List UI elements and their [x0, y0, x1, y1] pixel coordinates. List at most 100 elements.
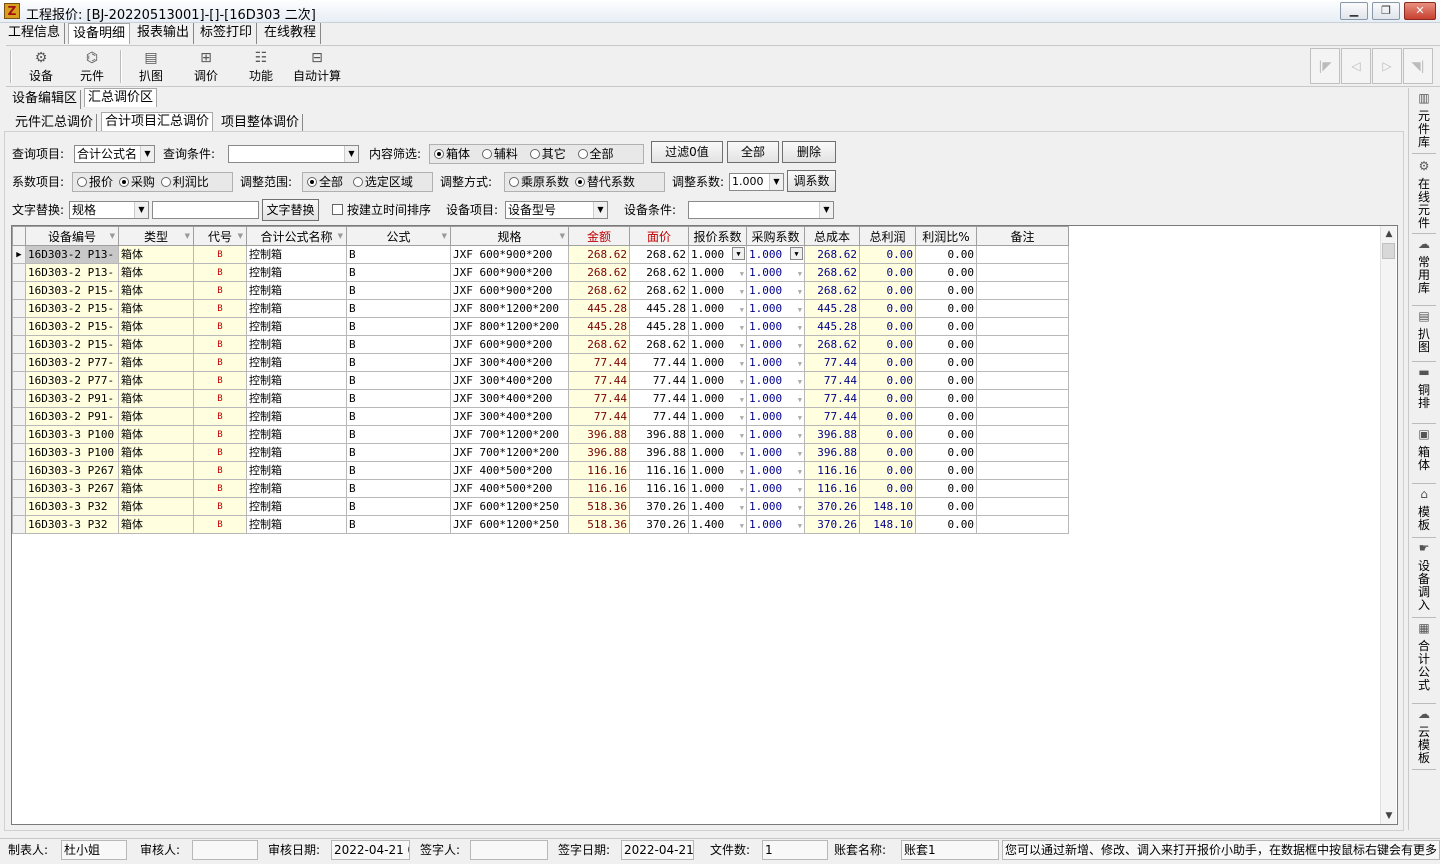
restore-button[interactable]: ❐	[1372, 2, 1400, 20]
show-all-button[interactable]: 全部	[727, 141, 779, 163]
cell-purchase-coef[interactable]: 1.000 ▼	[746, 389, 805, 408]
filter-arrow-icon[interactable]: ▼	[185, 232, 190, 240]
filter-arrow-icon[interactable]: ▼	[338, 232, 343, 240]
cell-list-price[interactable]: 116.16	[629, 461, 689, 480]
chevron-down-icon[interactable]: ▼	[798, 464, 802, 479]
radio-profit-ratio[interactable]: 利润比	[160, 175, 209, 189]
cell-total-profit[interactable]: 0.00	[859, 317, 916, 336]
col-header-formula-name[interactable]: 合计公式名称 ▼	[246, 226, 347, 246]
chevron-down-icon[interactable]: ▼	[740, 356, 744, 371]
chevron-down-icon[interactable]: ▼	[798, 410, 802, 425]
chevron-down-icon[interactable]: ▼	[798, 266, 802, 281]
radio-aux-material[interactable]: 辅料	[481, 147, 518, 161]
cell-total-cost[interactable]: 268.62	[804, 245, 860, 264]
cell-code[interactable]: B	[193, 335, 247, 354]
chevron-down-icon[interactable]: ▼	[798, 482, 802, 497]
col-header-quote-coef[interactable]: 报价系数	[688, 226, 747, 246]
device-item-select[interactable]: 设备型号 ▼	[505, 201, 608, 219]
col-header-total-cost[interactable]: 总成本	[804, 226, 860, 246]
nav-first-button[interactable]: |◤	[1310, 48, 1340, 84]
tab-total-item-summary[interactable]: 合计项目汇总调价	[101, 112, 214, 131]
cell-remark[interactable]	[976, 335, 1069, 354]
cell-formula-name[interactable]: 控制箱	[246, 443, 347, 462]
cell-remark[interactable]	[976, 245, 1069, 264]
col-header-total-profit[interactable]: 总利润	[859, 226, 916, 246]
cell-formula[interactable]: B	[346, 353, 451, 372]
scroll-down-icon[interactable]: ▼	[1381, 808, 1397, 824]
chevron-down-icon[interactable]: ▼	[740, 428, 744, 443]
cell-amount[interactable]: 77.44	[568, 353, 630, 372]
cell-quote-coef[interactable]: 1.000 ▼	[688, 245, 747, 264]
cell-spec[interactable]: JXF 700*1200*200	[450, 443, 569, 462]
cell-total-cost[interactable]: 396.88	[804, 425, 860, 444]
cell-profit-ratio[interactable]: 0.00	[915, 299, 977, 318]
chevron-down-icon[interactable]: ▼	[798, 302, 802, 317]
radio-quote[interactable]: 报价	[77, 175, 113, 189]
cell-purchase-coef[interactable]: 1.000 ▼	[746, 299, 805, 318]
cell-total-profit[interactable]: 0.00	[859, 299, 916, 318]
cell-purchase-coef[interactable]: 1.000 ▼	[746, 515, 805, 534]
row-indicator[interactable]	[12, 281, 26, 300]
cell-device-id[interactable]: 16D303-3 P100	[25, 425, 119, 444]
radio-all[interactable]: 全部	[577, 147, 614, 161]
cell-list-price[interactable]: 445.28	[629, 317, 689, 336]
cell-spec[interactable]: JXF 600*900*200	[450, 263, 569, 282]
cell-code[interactable]: B	[193, 389, 247, 408]
toolbar-component-button[interactable]: ⌬ 元件	[69, 49, 115, 85]
cell-total-cost[interactable]: 116.16	[804, 479, 860, 498]
cell-code[interactable]: B	[193, 353, 247, 372]
cell-device-id[interactable]: 16D303-2 P13-	[25, 263, 119, 282]
cell-type[interactable]: 箱体	[118, 515, 194, 534]
cell-amount[interactable]: 396.88	[568, 443, 630, 462]
cell-spec[interactable]: JXF 600*1200*250	[450, 497, 569, 516]
col-header-device-id[interactable]: 设备编号 ▼	[25, 226, 119, 246]
cell-list-price[interactable]: 268.62	[629, 281, 689, 300]
cell-total-profit[interactable]: 0.00	[859, 443, 916, 462]
chevron-down-icon[interactable]: ▼	[740, 302, 744, 317]
row-indicator[interactable]	[12, 515, 26, 534]
cell-formula-name[interactable]: 控制箱	[246, 425, 347, 444]
chevron-down-icon[interactable]: ▼	[740, 518, 744, 533]
cell-amount[interactable]: 268.62	[568, 245, 630, 264]
cell-spec[interactable]: JXF 300*400*200	[450, 353, 569, 372]
cell-formula-name[interactable]: 控制箱	[246, 281, 347, 300]
chevron-down-icon[interactable]: ▼	[740, 374, 744, 389]
row-indicator[interactable]	[12, 497, 26, 516]
cell-formula-name[interactable]: 控制箱	[246, 389, 347, 408]
cell-total-cost[interactable]: 370.26	[804, 497, 860, 516]
cell-type[interactable]: 箱体	[118, 299, 194, 318]
tab-summary-pricing[interactable]: 汇总调价区	[84, 88, 158, 107]
cell-device-id[interactable]: 16D303-2 P77-	[25, 371, 119, 390]
table-row[interactable]: 16D303-2 P15- 箱体 B 控制箱 B JXF 800*1200*200 445.…	[12, 317, 1069, 336]
chevron-down-icon[interactable]: ▼	[798, 446, 802, 461]
delete-button[interactable]: 删除	[782, 141, 836, 163]
cell-device-id[interactable]: 16D303-2 P15-	[25, 317, 119, 336]
cell-spec[interactable]: JXF 300*400*200	[450, 389, 569, 408]
chevron-down-icon[interactable]: ▼	[798, 284, 802, 299]
table-row[interactable]: ▶ 16D303-2 P13- 箱体 B 控制箱 B JXF 600*900*200 268.…	[12, 245, 1069, 264]
device-cond-select[interactable]: ▼	[688, 201, 834, 219]
cell-list-price[interactable]: 268.62	[629, 263, 689, 282]
cell-spec[interactable]: JXF 600*900*200	[450, 281, 569, 300]
toolbar-grab-drawing-button[interactable]: ▤ 扒图	[128, 49, 174, 85]
cell-quote-coef[interactable]: 1.000 ▼	[688, 263, 747, 282]
cell-profit-ratio[interactable]: 0.00	[915, 461, 977, 480]
cell-quote-coef[interactable]: 1.000 ▼	[688, 317, 747, 336]
cell-quote-coef[interactable]: 1.000 ▼	[688, 407, 747, 426]
sort-by-time-checkbox[interactable]: 按建立时间排序	[332, 202, 431, 218]
cell-formula[interactable]: B	[346, 281, 451, 300]
cell-remark[interactable]	[976, 425, 1069, 444]
filter-arrow-icon[interactable]: ▼	[442, 232, 447, 240]
cell-formula[interactable]: B	[346, 299, 451, 318]
nav-next-button[interactable]: ▷	[1372, 48, 1402, 84]
cell-code[interactable]: B	[193, 407, 247, 426]
cell-list-price[interactable]: 268.62	[629, 245, 689, 264]
cell-purchase-coef[interactable]: 1.000 ▼	[746, 425, 805, 444]
cell-spec[interactable]: JXF 800*1200*200	[450, 317, 569, 336]
sidebar-item-cloud-template[interactable]: ☁ 云模板	[1412, 708, 1436, 770]
cell-formula[interactable]: B	[346, 479, 451, 498]
cell-code[interactable]: B	[193, 479, 247, 498]
cell-total-cost[interactable]: 116.16	[804, 461, 860, 480]
radio-purchase[interactable]: 采购	[118, 175, 155, 189]
cell-profit-ratio[interactable]: 0.00	[915, 371, 977, 390]
